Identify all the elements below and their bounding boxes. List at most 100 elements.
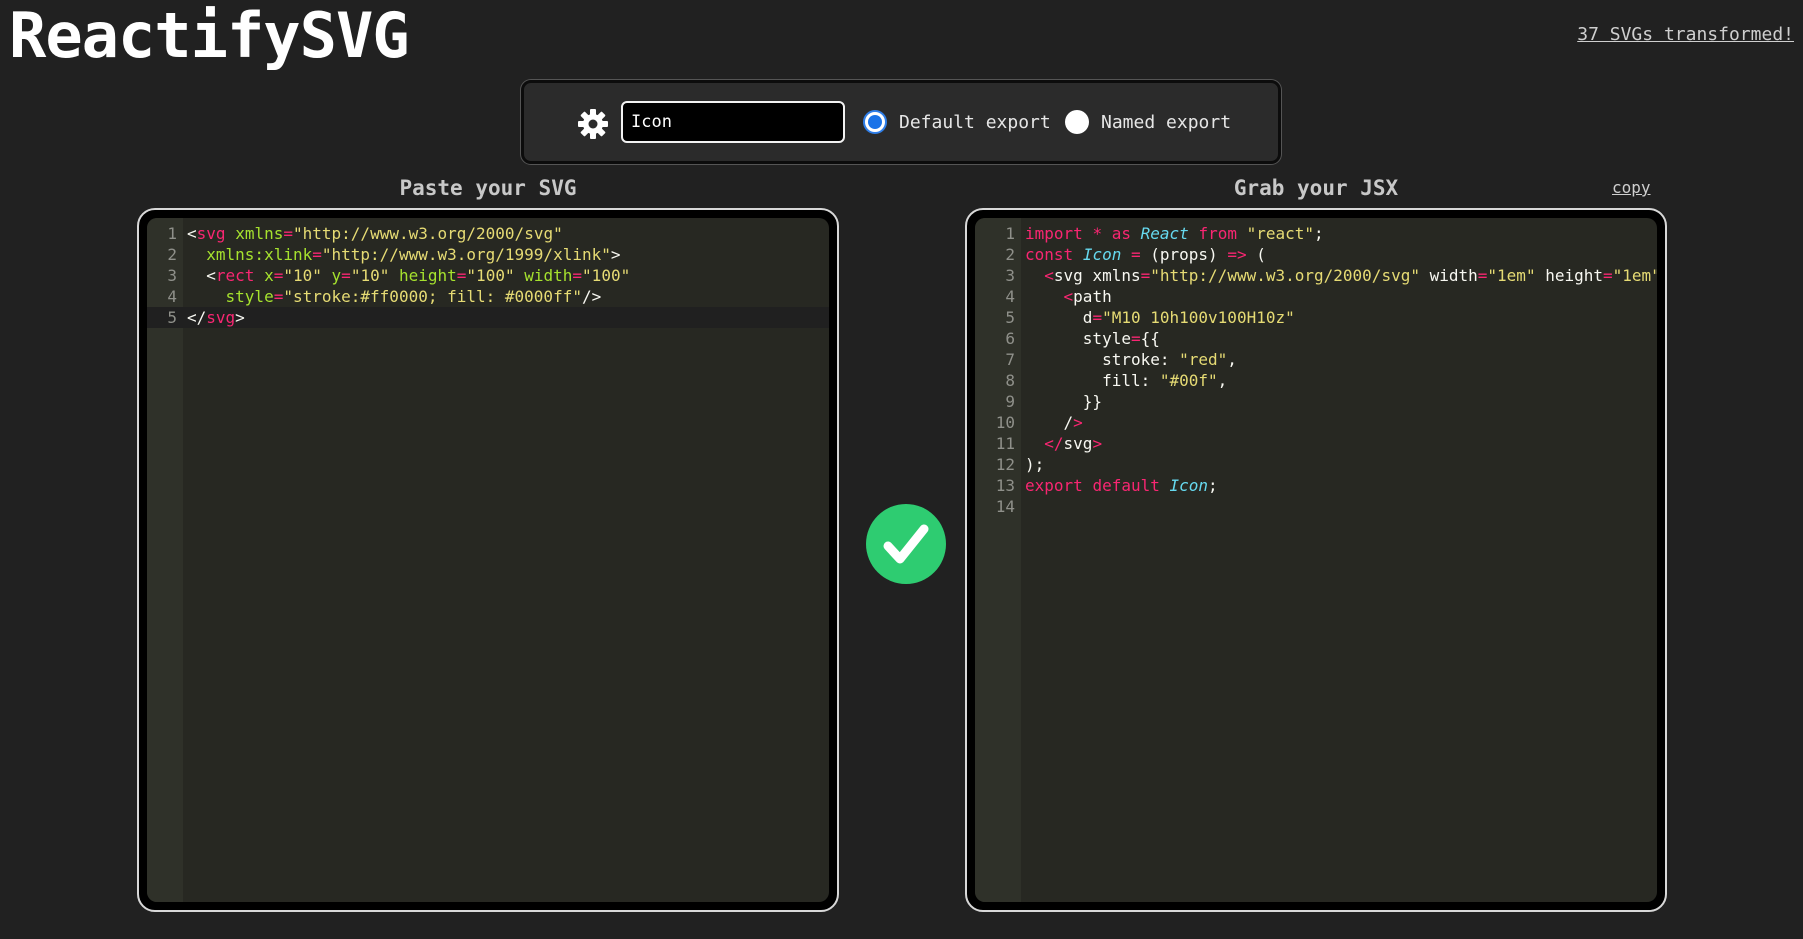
code-token: ; [1208,476,1218,495]
code-text: style="stroke:#ff0000; fill: #0000ff"/> [183,286,602,307]
code-token: "100" [582,266,631,285]
code-line: 3 <rect x="10" y="10" height="100" width… [147,265,829,286]
line-number: 5 [167,308,177,327]
code-token: => [1227,245,1247,264]
code-token: "1em" [1487,266,1536,285]
code-token: Icon [1082,245,1122,264]
line-number: 8 [1005,371,1015,390]
code-text: stroke: "red", [1021,349,1237,370]
output-panel-title: Grab your JSX [1233,176,1399,200]
line-number: 2 [1005,245,1015,264]
code-line: 3 <svg xmlns="http://www.w3.org/2000/svg… [975,265,1657,286]
named-export-radio[interactable]: Named export [1065,106,1231,138]
transform-counter-link[interactable]: 37 SVGs transformed! [1577,24,1794,45]
code-line: 4 style="stroke:#ff0000; fill: #0000ff"/… [147,286,829,307]
default-export-radio[interactable]: Default export [863,106,1051,138]
code-token: = [572,266,583,285]
code-line: 11 </svg> [975,433,1657,454]
component-name-input[interactable] [621,101,845,143]
code-token: "http://www.w3.org/2000/svg" [293,224,563,243]
code-token: }} [1025,392,1103,411]
code-token: import [1025,224,1083,243]
code-token: x [264,266,274,285]
code-token: y [331,266,342,285]
code-token: xmlns [235,224,284,243]
code-token: svg [196,224,226,243]
code-token: style [225,287,274,306]
named-export-radio-circle[interactable] [1065,110,1089,134]
code-line: 10 /> [975,412,1657,433]
code-token: = [1140,266,1151,285]
code-line: 9 }} [975,391,1657,412]
code-token: / [1025,413,1074,432]
code-text: ); [1021,454,1044,475]
code-text: <path [1021,286,1112,307]
code-text: export default Icon; [1021,475,1218,496]
code-line: 5 d="M10 10h100v100H10z" [975,307,1657,328]
named-export-label: Named export [1101,111,1232,133]
line-number: 5 [1005,308,1015,327]
code-token: = [312,245,322,264]
code-token: React [1140,224,1189,243]
code-token: , [1217,371,1228,390]
code-line: 2 xmlns:xlink="http://www.w3.org/1999/xl… [147,244,829,265]
code-line: 5 </svg> [147,307,829,328]
line-number: 9 [1005,392,1015,411]
line-number: 1 [1005,224,1015,243]
code-text: </svg> [183,307,245,328]
code-token: const [1025,245,1074,264]
input-panel-title: Paste your SVG [399,176,577,200]
code-token: > [1073,413,1083,432]
code-token: /> [581,287,602,306]
code-token: height [1535,266,1604,285]
code-text: d="M10 10h100v100H10z" [1021,307,1295,328]
code-token: from [1198,224,1237,243]
code-token: "10" [283,266,322,285]
app-root: ReactifySVG 37 SVGs transformed! Default… [0,0,1803,939]
code-token: = [1130,245,1141,264]
code-line: 6 style={{ [975,328,1657,349]
code-token: export [1025,476,1083,495]
copy-button[interactable]: copy [1612,178,1651,197]
code-token: stroke: [1025,350,1180,369]
code-token: "100" [466,266,515,285]
line-number: 3 [1005,266,1015,285]
code-text: const Icon = (props) => ( [1021,244,1266,265]
code-text: </svg> [1021,433,1102,454]
code-token: default [1092,476,1160,495]
code-lines: 1 <svg xmlns="http://www.w3.org/2000/svg"… [147,223,829,328]
code-token: "red" [1179,350,1228,369]
jsx-output-editor[interactable]: 1 import * as React from "react"; 2 const I… [975,218,1657,902]
code-text: <rect x="10" y="10" height="100" width="… [183,265,630,286]
code-token: = [1092,308,1103,327]
code-token: = [456,266,467,285]
app-title: ReactifySVG [9,0,410,72]
code-token: "react" [1246,224,1315,243]
code-token: (props) [1140,245,1228,264]
code-token: </ [1044,434,1064,453]
code-token: svg [206,308,236,327]
line-number: 10 [995,413,1015,432]
svg-input-editor[interactable]: 1 <svg xmlns="http://www.w3.org/2000/svg"… [147,218,829,902]
line-number: 11 [995,434,1015,453]
check-circle-icon [866,504,946,584]
line-number: 7 [1005,350,1015,369]
default-export-radio-circle[interactable] [863,110,887,134]
gear-icon[interactable] [577,108,609,140]
code-token: < [187,266,216,285]
code-text: <svg xmlns="http://www.w3.org/2000/svg" [183,223,563,244]
code-token: = [1130,329,1141,348]
line-number: 2 [167,245,177,264]
code-line: 1 import * as React from "react"; [975,223,1657,244]
code-token: < [1044,266,1054,285]
code-token: > [610,245,621,264]
code-token: d [1025,308,1093,327]
